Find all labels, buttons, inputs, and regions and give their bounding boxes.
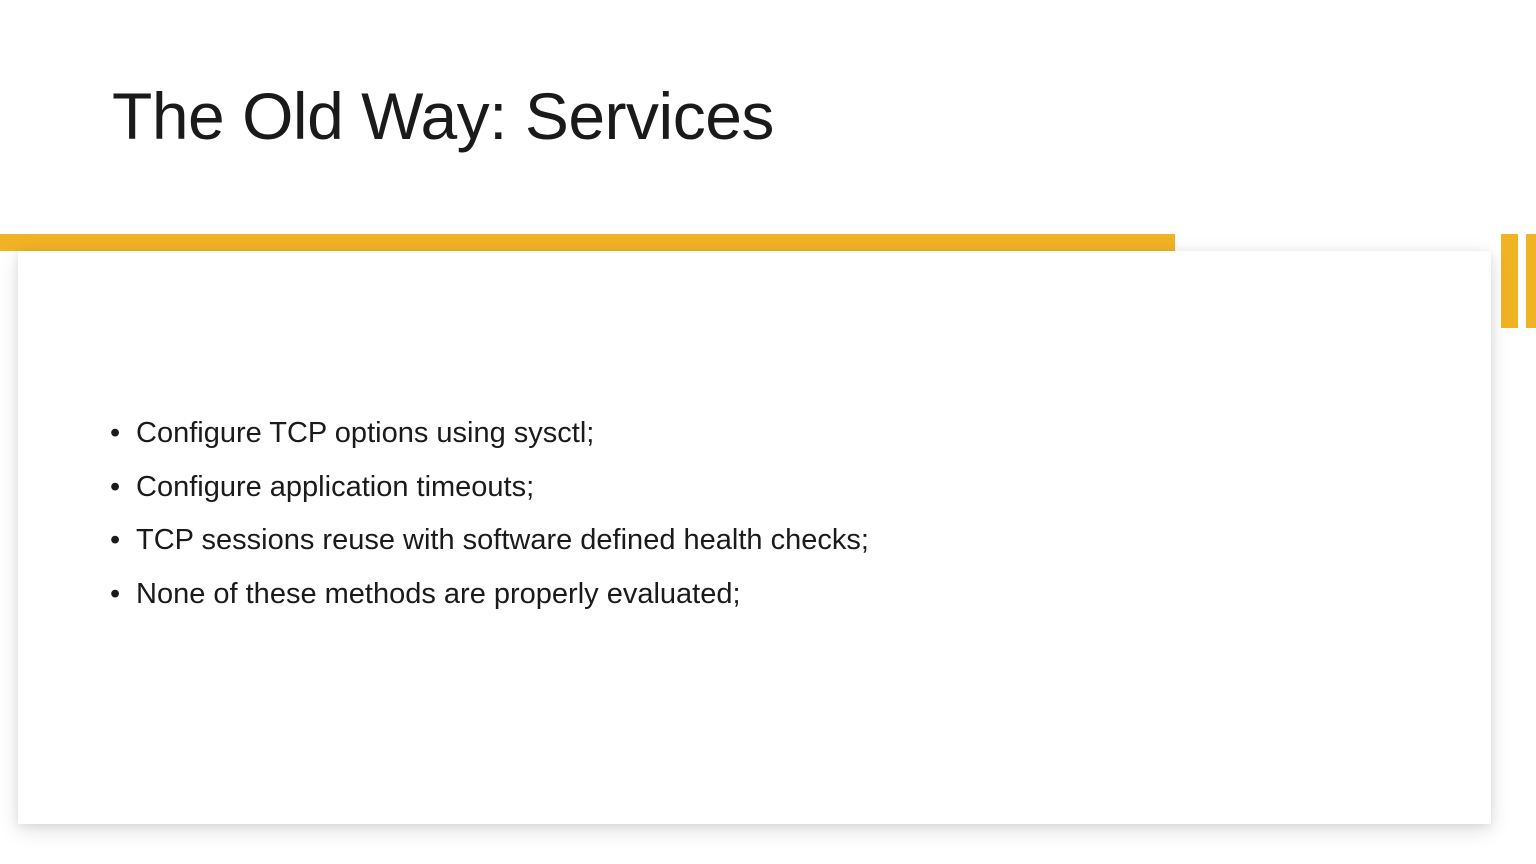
accent-bar-vertical-1 bbox=[1501, 234, 1518, 328]
bullet-item: TCP sessions reuse with software defined… bbox=[100, 519, 869, 563]
bullet-list: Configure TCP options using sysctl; Conf… bbox=[100, 412, 869, 626]
accent-bar-horizontal bbox=[0, 234, 1175, 251]
accent-bar-vertical-2 bbox=[1526, 234, 1536, 328]
bullet-item: Configure application timeouts; bbox=[100, 466, 869, 510]
slide: The Old Way: Services Configure TCP opti… bbox=[0, 0, 1536, 864]
slide-title: The Old Way: Services bbox=[112, 78, 774, 154]
bullet-item: None of these methods are properly evalu… bbox=[100, 573, 869, 617]
bullet-item: Configure TCP options using sysctl; bbox=[100, 412, 869, 456]
